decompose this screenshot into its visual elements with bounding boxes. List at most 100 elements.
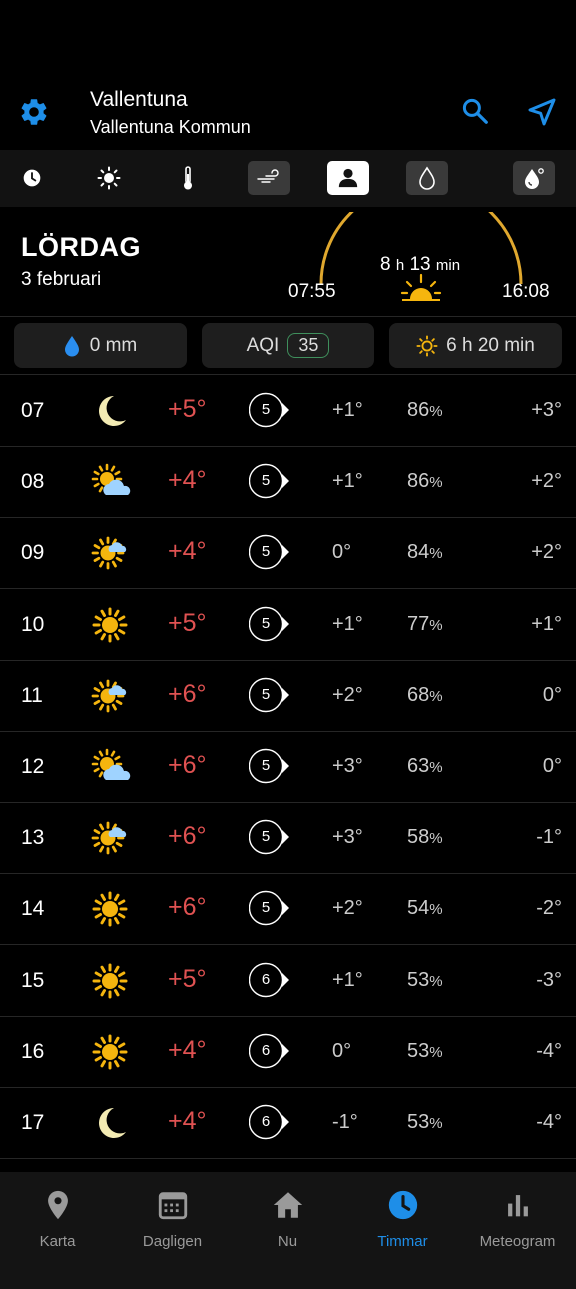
date-label: 3 februari: [21, 269, 102, 290]
humidity-value: 63: [407, 755, 430, 777]
hour-label: 08: [21, 470, 45, 494]
feels-like: -4°: [536, 1111, 562, 1133]
filter-sun[interactable]: [88, 161, 130, 195]
humidity: 58%: [407, 826, 443, 849]
hour-label: 10: [21, 612, 45, 636]
hourly-row[interactable]: 13 +6° 5 +3° 58% -1°: [0, 802, 576, 875]
nav-meteogram[interactable]: Meteogram: [460, 1188, 575, 1250]
hour-label: 16: [21, 1039, 45, 1063]
search-icon[interactable]: [460, 96, 490, 126]
nav-label: Nu: [277, 1233, 298, 1250]
wind-speed: 5: [261, 401, 271, 418]
feels-like: -4°: [536, 1039, 562, 1062]
humidity: 53%: [407, 969, 443, 992]
sunset-time: 16:08: [502, 281, 550, 302]
humidity-unit: %: [429, 1043, 443, 1061]
humidity-unit: %: [429, 1115, 443, 1132]
dew-point: +3°: [332, 826, 363, 849]
temperature: +5°: [168, 395, 207, 423]
wind-indicator: 5: [248, 748, 293, 786]
humidity: 54%: [407, 897, 443, 920]
feels-like: -1°: [536, 826, 562, 849]
hourly-row[interactable]: 15 +5° 6 +1° 53% -3°: [0, 945, 576, 1017]
temperature: +6°: [168, 751, 207, 779]
wind-speed: 6: [261, 970, 271, 988]
humidity: 77%: [407, 613, 443, 636]
clock-icon: [23, 169, 41, 187]
feels-like: +3°: [531, 399, 562, 421]
nav-label: Meteogram: [479, 1233, 556, 1250]
humidity: 63%: [407, 755, 443, 778]
filter-wind[interactable]: [248, 161, 290, 195]
bottom-navigation: Karta Dagligen Nu Timmar Meteogram: [0, 1172, 576, 1289]
temperature: +5°: [168, 608, 207, 637]
aqi-pill[interactable]: AQI 35: [202, 323, 374, 368]
humidity: 84%: [407, 541, 443, 564]
nav-dagligen[interactable]: Dagligen: [115, 1188, 230, 1250]
filter-precipitation[interactable]: [406, 161, 448, 195]
wind-speed: 6: [261, 1041, 271, 1059]
sun-icon: [92, 1034, 128, 1070]
humidity-icon: [525, 168, 544, 189]
wind-indicator: 5: [248, 890, 293, 928]
hourly-row[interactable]: 17 +4° 6 -1° 53% -4°: [0, 1087, 576, 1159]
hourly-row[interactable]: 10 +5° 5 +1° 77% +1°: [0, 589, 576, 661]
dew-point: +1°: [332, 399, 363, 421]
humidity-value: 53: [407, 968, 430, 991]
hourly-row[interactable]: 14 +6° 5 +2° 54% -2°: [0, 873, 576, 946]
humidity-value: 58: [407, 826, 430, 849]
sun-icon: [92, 607, 128, 643]
location-name[interactable]: Vallentuna: [90, 88, 188, 112]
dew-point: +1°: [332, 612, 363, 635]
location-arrow-icon[interactable]: [526, 96, 558, 128]
sun-icon: [92, 963, 128, 999]
hour-label: 17: [21, 1111, 45, 1134]
wind-speed: 5: [261, 899, 271, 917]
hourly-row[interactable]: 08 +4° 5 +1° 86% +2°: [0, 446, 576, 519]
humidity-value: 86: [407, 399, 430, 421]
hourly-row[interactable]: 07 +5° 5 +1° 86% +3°: [0, 375, 576, 447]
home-icon: [273, 1192, 302, 1218]
municipality-name: Vallentuna Kommun: [90, 117, 251, 137]
temperature: +4°: [168, 1035, 207, 1064]
filter-feels-like[interactable]: [327, 161, 369, 195]
feels-like: +2°: [531, 470, 562, 493]
nav-label: Timmar: [377, 1233, 428, 1250]
calendar-icon: [158, 1192, 187, 1220]
humidity-value: 54: [407, 897, 430, 920]
temperature: +6°: [168, 822, 207, 851]
hourly-row[interactable]: 16 +4° 6 0° 53% -4°: [0, 1016, 576, 1088]
dew-point: +3°: [332, 755, 363, 777]
clock-icon: [388, 1190, 417, 1220]
person-icon: [338, 168, 358, 188]
humidity-unit: %: [429, 545, 443, 563]
hour-label: 07: [21, 399, 45, 422]
wind-indicator: 5: [248, 677, 293, 715]
hour-label: 14: [21, 897, 45, 921]
sunrise-time: 07:55: [288, 281, 336, 302]
wind-speed: 5: [261, 472, 271, 490]
feels-like: 0°: [542, 683, 562, 706]
humidity: 53%: [407, 1111, 443, 1134]
wind-indicator: 5: [248, 606, 293, 644]
humidity-value: 53: [407, 1111, 430, 1133]
filter-humidity[interactable]: [513, 161, 555, 195]
filter-temperature[interactable]: [167, 161, 209, 195]
nav-nu[interactable]: Nu: [230, 1188, 345, 1250]
dew-point: +1°: [332, 470, 363, 493]
temperature: +6°: [168, 679, 207, 708]
hourly-row[interactable]: 11 +6° 5 +2° 68% 0°: [0, 660, 576, 732]
humidity-unit: %: [429, 830, 443, 848]
dew-point: 0°: [332, 1039, 352, 1062]
feels-like: +1°: [531, 612, 562, 635]
nav-timmar[interactable]: Timmar: [345, 1188, 460, 1250]
gear-icon[interactable]: [18, 96, 50, 128]
humidity-unit: %: [429, 687, 443, 705]
weekday-title: LÖRDAG: [21, 232, 141, 262]
wind-indicator: 5: [248, 534, 293, 572]
filter-clock[interactable]: [11, 161, 53, 195]
nav-karta[interactable]: Karta: [0, 1188, 115, 1250]
hourly-row[interactable]: 12 +6° 5 +3° 63% 0°: [0, 731, 576, 803]
hourly-row[interactable]: 09 +4° 5 0° 84% +2°: [0, 517, 576, 590]
raindrop-icon: [64, 335, 79, 356]
